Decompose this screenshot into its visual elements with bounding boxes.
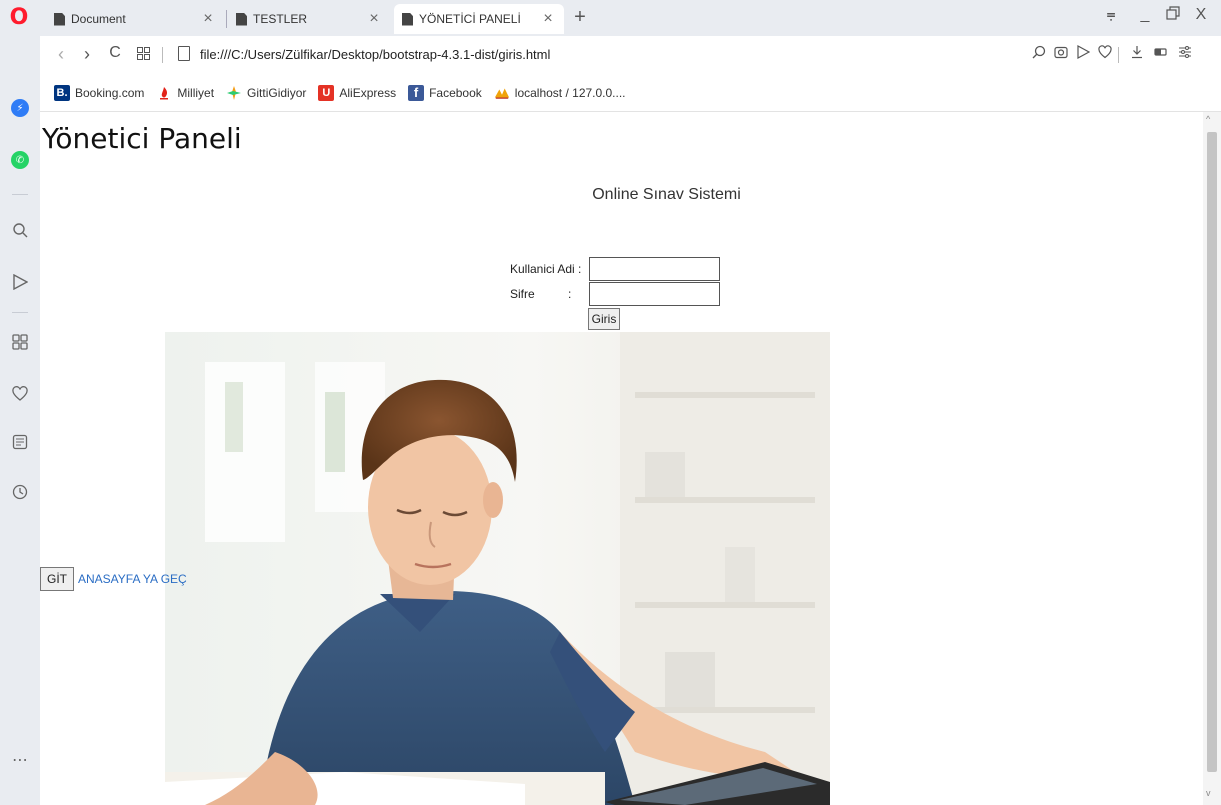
bookmark-label: localhost / 127.0.0.... (514, 85, 626, 100)
address-bar: ‹ › C file:///C:/Users/Zülfikar/Desktop/… (40, 36, 1221, 74)
username-row: Kullanici Adi : (510, 256, 760, 281)
tab-testler[interactable]: TESTLER × (228, 4, 390, 34)
tab-document[interactable]: Document × (46, 4, 224, 34)
page-subtitle: Online Sınav Sistemi (592, 186, 741, 203)
tab-title: TESTLER (253, 12, 308, 26)
go-button[interactable]: GİT (40, 567, 74, 591)
login-submit-button[interactable]: Giris (588, 308, 620, 330)
opera-logo-icon[interactable]: O (8, 6, 30, 30)
page-icon (178, 46, 190, 61)
url-field[interactable]: file:///C:/Users/Zülfikar/Desktop/bootst… (200, 47, 550, 62)
tab-bar: O Document × TESTLER × YÖNETİCİ PANELİ ×… (0, 0, 1221, 36)
address-separator (162, 47, 163, 63)
document-icon (236, 12, 247, 26)
tab-yonetici-paneli[interactable]: YÖNETİCİ PANELİ × (394, 4, 564, 34)
sidebar-divider (12, 312, 28, 313)
opera-sidebar: ⚡ ✆ ⋯ (0, 36, 40, 805)
restore-glyph (1166, 6, 1180, 20)
restore-icon[interactable] (1162, 6, 1184, 23)
close-window-icon[interactable]: X (1190, 6, 1212, 24)
facebook-icon: f (408, 84, 425, 101)
address-separator (1118, 47, 1119, 63)
document-icon (402, 12, 413, 26)
send-to-flow-icon[interactable] (1074, 44, 1092, 63)
booking-icon: B. (54, 84, 70, 101)
password-label: Sifre : (510, 286, 572, 301)
easy-setup-icon[interactable] (1176, 45, 1194, 63)
bookmark-aliexpress[interactable]: U AliExpress (318, 84, 397, 101)
bookmarks-bar: B. Booking.com Milliyet GittiGidiyor U A… (40, 74, 1221, 112)
tab-title: YÖNETİCİ PANELİ (419, 12, 521, 26)
tab-separator (226, 10, 227, 28)
search-page-icon[interactable] (1030, 45, 1048, 63)
sidebar-divider (12, 194, 28, 195)
vertical-scrollbar[interactable]: ^ v (1203, 112, 1221, 805)
page-title: Yönetici Paneli (42, 122, 242, 155)
bookmark-gittigidiyor[interactable]: GittiGidiyor (226, 85, 306, 101)
scroll-down-icon[interactable]: v (1206, 788, 1211, 798)
battery-saver-icon[interactable] (1152, 45, 1170, 63)
aliexpress-icon: U (318, 84, 335, 101)
close-tab-icon[interactable]: × (200, 10, 216, 28)
username-input[interactable] (589, 256, 720, 281)
home-page-link[interactable]: ANASAYFA YA GEÇ (78, 572, 187, 586)
messenger-icon[interactable]: ⚡ (8, 96, 32, 120)
bookmark-label: Facebook (429, 85, 482, 100)
bookmark-milliyet[interactable]: Milliyet (156, 85, 214, 101)
bookmark-label: Booking.com (75, 85, 145, 100)
bookmark-label: AliExpress (339, 85, 397, 100)
close-tab-icon[interactable]: × (366, 10, 382, 28)
history-icon[interactable] (8, 480, 32, 504)
close-tab-icon[interactable]: × (540, 10, 556, 28)
bookmark-label: GittiGidiyor (247, 85, 307, 100)
phpmyadmin-icon (494, 85, 510, 101)
reload-icon[interactable]: C (106, 44, 124, 62)
heart-icon[interactable] (8, 382, 32, 406)
back-icon[interactable]: ‹ (52, 44, 70, 65)
username-label: Kullanici Adi : (510, 261, 582, 276)
bookmark-booking[interactable]: B. Booking.com (54, 84, 145, 101)
flow-icon[interactable] (8, 270, 32, 294)
forward-icon[interactable]: › (78, 44, 96, 65)
news-icon[interactable] (8, 430, 32, 454)
whatsapp-icon[interactable]: ✆ (8, 148, 32, 172)
document-icon (54, 12, 65, 26)
snapshot-icon[interactable] (1052, 45, 1070, 63)
minimize-icon[interactable]: _ (1134, 6, 1156, 24)
student-photo-graphic (165, 332, 830, 805)
tab-title: Document (71, 12, 126, 26)
password-row: Sifre : (510, 281, 760, 306)
go-home-row: GİT ANASAYFA YA GEÇ (40, 567, 187, 591)
bookmark-heart-icon[interactable] (1096, 45, 1114, 63)
scroll-up-icon[interactable]: ^ (1206, 114, 1210, 124)
bookmark-label: Milliyet (177, 85, 215, 100)
bookmark-localhost[interactable]: localhost / 127.0.0.... (494, 85, 626, 101)
bookmark-facebook[interactable]: f Facebook (408, 84, 482, 101)
speed-dial-icon[interactable] (8, 330, 32, 354)
search-icon[interactable] (8, 218, 32, 242)
gittigidiyor-icon (226, 85, 242, 101)
scrollbar-thumb[interactable] (1207, 132, 1217, 772)
more-icon[interactable]: ⋯ (8, 748, 32, 772)
login-form: Kullanici Adi : Sifre : Giris (510, 256, 760, 330)
password-input[interactable] (589, 281, 720, 306)
page-viewport: Yönetici Paneli Online Sınav Sistemi Kul… (40, 112, 1203, 805)
milliyet-icon (156, 85, 172, 101)
new-tab-icon[interactable]: + (570, 6, 590, 29)
tabs-grid-icon[interactable] (134, 44, 152, 65)
download-icon[interactable] (1128, 45, 1146, 63)
tab-menu-icon[interactable]: ⩦ (1100, 6, 1122, 24)
student-photo (165, 332, 830, 805)
